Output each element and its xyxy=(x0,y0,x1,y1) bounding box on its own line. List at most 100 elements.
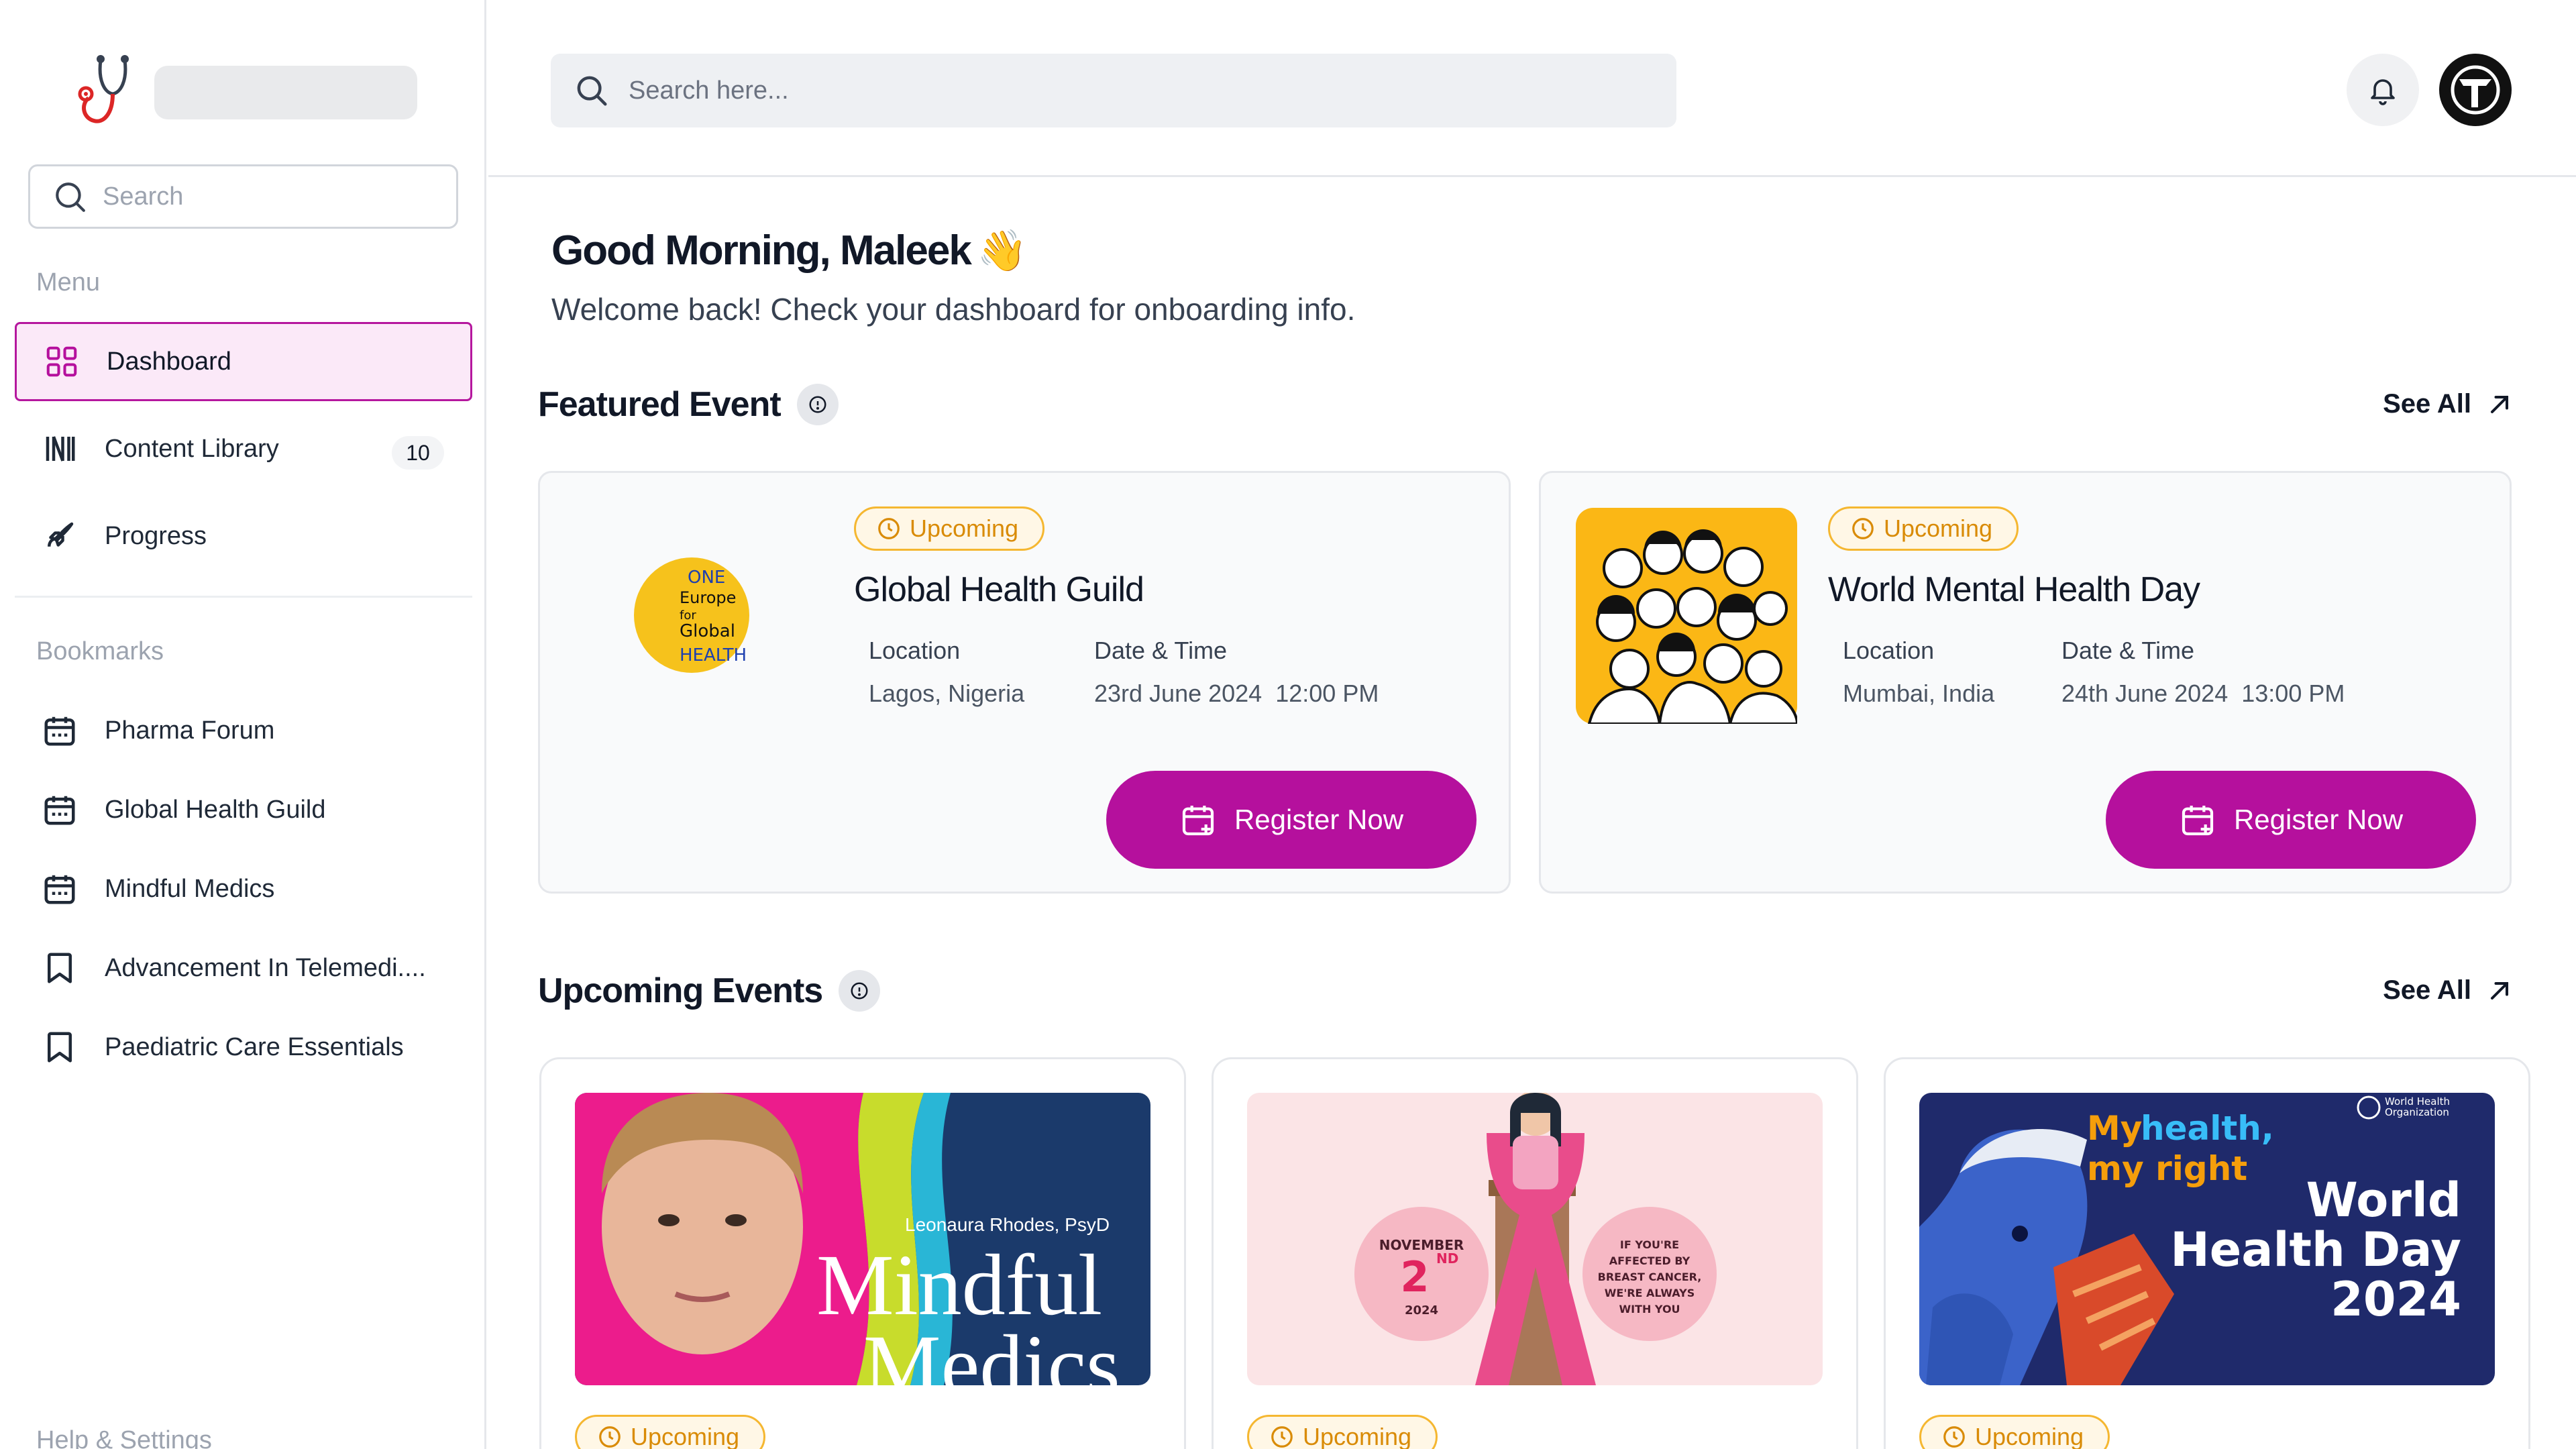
status-text: Upcoming xyxy=(1975,1423,2084,1449)
sidebar-divider xyxy=(15,596,472,598)
bookmark-item-mindful-medics[interactable]: Mindful Medics xyxy=(15,849,472,928)
status-badge: Upcoming xyxy=(575,1415,766,1449)
avatar-logo-icon xyxy=(2451,65,2500,115)
search-icon xyxy=(577,76,607,106)
bookmark-item-label: Pharma Forum xyxy=(105,716,275,745)
bookmark-icon xyxy=(42,950,78,986)
featured-event-card[interactable]: ONE Europe for Global HEALTH Upcoming Gl… xyxy=(538,471,1511,894)
bookmark-item-paediatric-care[interactable]: Paediatric Care Essentials xyxy=(15,1008,472,1087)
bookmark-item-telemedicine[interactable]: Advancement In Telemedi.... xyxy=(15,928,472,1008)
menu-label: Menu xyxy=(36,268,101,297)
logo-text-for: for xyxy=(680,608,696,623)
section-title: Featured Event xyxy=(538,385,782,424)
upcoming-event-card[interactable]: Leonaura Rhodes, PsyD Mindful Medics Upc… xyxy=(539,1057,1186,1449)
clock-icon xyxy=(1271,1426,1293,1448)
world-health-day-banner-image: My health, my right World Health Day 202… xyxy=(1919,1093,2495,1385)
event-title: Global Health Guild xyxy=(854,570,1144,609)
status-badge: Upcoming xyxy=(854,506,1045,551)
sidebar-item-progress[interactable]: Progress xyxy=(15,496,472,576)
help-settings-link[interactable]: Help & Settings xyxy=(36,1426,212,1449)
status-text: Upcoming xyxy=(1303,1423,1412,1449)
event-title: World Mental Health Day xyxy=(1828,570,2200,609)
location-value: Lagos, Nigeria xyxy=(869,680,1025,707)
status-text: Upcoming xyxy=(631,1423,740,1449)
quote-line-4: WE'RE ALWAYS xyxy=(1605,1287,1695,1299)
status-text: Upcoming xyxy=(910,515,1019,542)
bookmark-item-global-health-guild[interactable]: Global Health Guild xyxy=(15,770,472,849)
logo-text-one: ONE xyxy=(688,568,725,588)
count-badge: 10 xyxy=(392,436,444,470)
time-value: 13:00 PM xyxy=(2241,680,2345,707)
sidebar: Search Menu Dashboard Content Library 10… xyxy=(0,0,486,1449)
calendar-add-icon xyxy=(2182,806,2214,836)
banner-title-line1: World xyxy=(2306,1173,2461,1228)
speaker-caption: Leonaura Rhodes, PsyD xyxy=(905,1214,1110,1235)
sidebar-search-placeholder: Search xyxy=(103,182,184,211)
bookmarks-label: Bookmarks xyxy=(36,637,164,665)
register-now-button[interactable]: Register Now xyxy=(2106,771,2476,869)
greeting-heading: Good Morning, Maleek 👋 xyxy=(551,227,1028,274)
arrow-up-right-icon xyxy=(2490,981,2509,1000)
quote-line-5: WITH YOU xyxy=(1619,1303,1680,1316)
clock-icon xyxy=(599,1426,621,1448)
register-now-button[interactable]: Register Now xyxy=(1106,771,1477,869)
calendar-icon xyxy=(42,871,78,907)
section-title: Upcoming Events xyxy=(538,971,823,1010)
notifications-button[interactable] xyxy=(2347,54,2419,126)
mindful-medics-banner-image: Leonaura Rhodes, PsyD Mindful Medics xyxy=(575,1093,1150,1385)
featured-see-all-link[interactable]: See All xyxy=(2383,389,2514,419)
info-icon[interactable] xyxy=(839,970,881,1012)
upcoming-see-all-link[interactable]: See All xyxy=(2383,975,2514,1006)
sidebar-item-label: Progress xyxy=(105,521,207,550)
quote-line-3: BREAST CANCER, xyxy=(1598,1271,1702,1283)
crowd-illustration xyxy=(1576,508,1797,724)
quote-line-2: AFFECTED BY xyxy=(1609,1254,1690,1267)
calendar-add-icon xyxy=(1182,806,1214,836)
clock-icon xyxy=(878,518,900,539)
bookmark-icon xyxy=(42,1029,78,1065)
logo-text-global: Global xyxy=(680,621,735,641)
rocket-icon xyxy=(42,518,78,554)
datetime-value: 24th June 2024 13:00 PM xyxy=(2061,680,2345,708)
bookmark-item-label: Advancement In Telemedi.... xyxy=(105,953,426,982)
welcome-subtitle: Welcome back! Check your dashboard for o… xyxy=(551,292,1356,327)
calendar-icon xyxy=(42,712,78,749)
register-label: Register Now xyxy=(2233,804,2404,835)
bookmark-item-label: Global Health Guild xyxy=(105,795,326,824)
upcoming-event-card[interactable]: My health, my right World Health Day 202… xyxy=(1884,1057,2530,1449)
search-icon xyxy=(56,182,85,212)
user-avatar[interactable] xyxy=(2439,54,2512,126)
featured-event-card[interactable]: Upcoming World Mental Health Day Locatio… xyxy=(1539,471,2512,894)
tagline-my-right: my right xyxy=(2087,1149,2247,1188)
calendar-icon xyxy=(42,792,78,828)
see-all-label: See All xyxy=(2383,389,2471,419)
logo-text-health: HEALTH xyxy=(680,645,747,665)
bookmark-item-label: Mindful Medics xyxy=(105,874,275,903)
brand-name-placeholder xyxy=(154,66,417,119)
stethoscope-logo-icon xyxy=(78,55,129,123)
bookmark-item-pharma-forum[interactable]: Pharma Forum xyxy=(15,691,472,770)
status-text: Upcoming xyxy=(1884,515,1993,542)
global-search-input[interactable]: Search here... xyxy=(551,54,1676,127)
date-number: 2 xyxy=(1400,1252,1429,1301)
sidebar-item-label: Dashboard xyxy=(107,347,231,376)
waving-hand-emoji: 👋 xyxy=(977,228,1028,273)
see-all-label: See All xyxy=(2383,975,2471,1005)
sidebar-item-dashboard[interactable]: Dashboard xyxy=(15,322,472,401)
location-value: Mumbai, India xyxy=(1843,680,1995,707)
quote-line-1: IF YOU'RE xyxy=(1620,1238,1679,1251)
upcoming-events-heading: Upcoming Events xyxy=(538,970,881,1012)
greeting-text: Good Morning, Maleek xyxy=(551,227,972,274)
location-label: Location xyxy=(1843,637,1935,664)
arrow-up-right-icon xyxy=(2490,395,2509,413)
date-year: 2024 xyxy=(1405,1303,1438,1318)
sidebar-item-content-library[interactable]: Content Library 10 xyxy=(15,409,472,488)
upcoming-event-card[interactable]: NOVEMBER 2 ND 2024 IF YOU'RE AFFECTED BY… xyxy=(1212,1057,1858,1449)
bookmark-item-label: Paediatric Care Essentials xyxy=(105,1032,404,1061)
clock-icon xyxy=(1943,1426,1965,1448)
sidebar-search-input[interactable]: Search xyxy=(28,164,458,229)
datetime-label: Date & Time xyxy=(1094,637,1228,664)
tagline-health: health, xyxy=(2141,1109,2274,1148)
info-icon[interactable] xyxy=(796,384,839,425)
date-value: 23rd June 2024 xyxy=(1094,680,1263,707)
